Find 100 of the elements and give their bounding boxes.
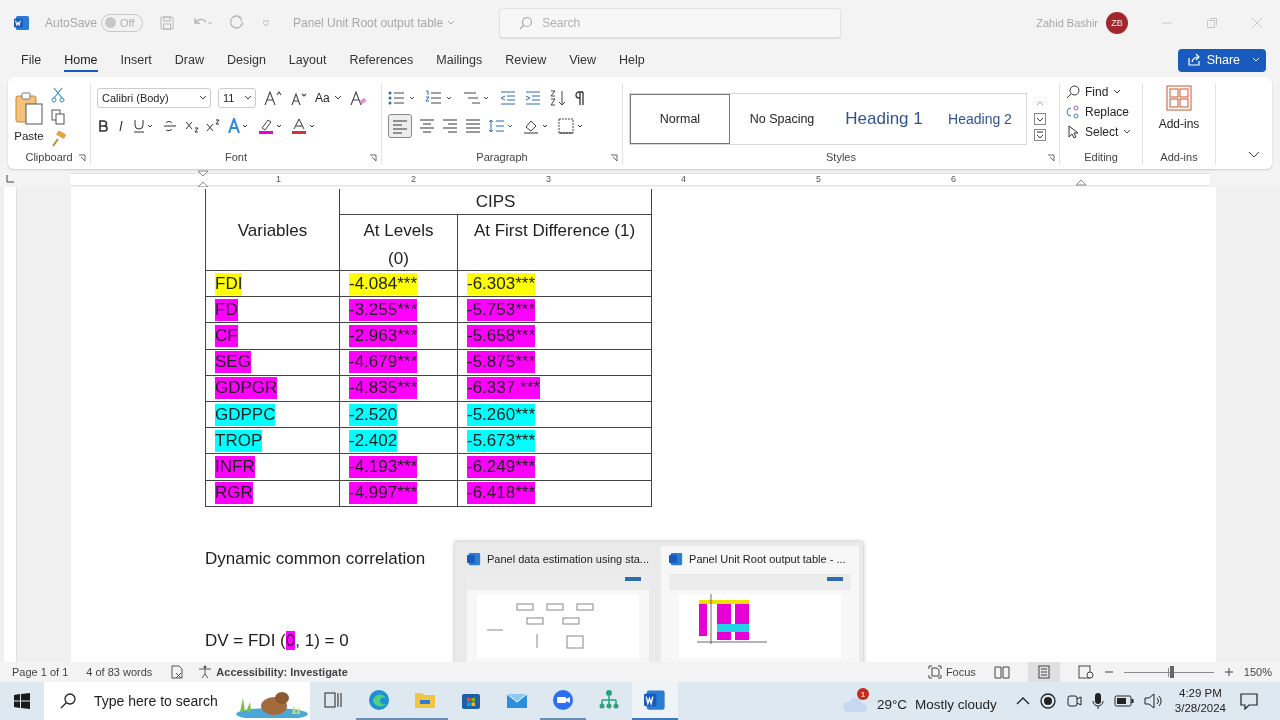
dialog-launcher-icon[interactable] <box>78 154 86 162</box>
style-option[interactable]: Heading 1 <box>834 93 934 144</box>
align-center-icon[interactable] <box>419 118 435 134</box>
zoom-level[interactable]: 150% <box>1243 666 1272 678</box>
ribbon-tab[interactable]: Draw <box>162 47 216 73</box>
grid-icon <box>1166 85 1192 111</box>
web-layout-icon[interactable] <box>1077 665 1094 679</box>
style-option[interactable]: Normal <box>630 93 730 144</box>
weather-widget[interactable]: 1 29°C Mostly cloudy <box>842 688 997 714</box>
table-cell: INFR <box>215 455 255 478</box>
page-count[interactable]: Page 1 of 1 <box>12 666 69 678</box>
read-mode-icon[interactable] <box>993 665 1010 679</box>
superscript-icon[interactable] <box>206 119 220 133</box>
shrink-font-icon[interactable] <box>290 90 308 106</box>
table-cell: -2.520 <box>349 403 398 426</box>
font-name-dropdown[interactable]: Calibri (Body) <box>97 88 211 108</box>
ribbon-tab[interactable]: Design <box>214 47 278 73</box>
align-left-icon[interactable] <box>388 114 412 138</box>
table-cell: GDPGR <box>215 377 278 400</box>
highlight-color-icon[interactable] <box>258 118 284 134</box>
dialog-launcher-icon[interactable] <box>1047 154 1055 162</box>
window-title: Panel data estimation using sta... <box>487 553 650 565</box>
zoom-in-icon[interactable] <box>1223 667 1234 677</box>
pilcrow-icon[interactable] <box>574 90 586 106</box>
underline-icon[interactable] <box>133 119 155 133</box>
focus-button[interactable]: Focus <box>927 665 976 679</box>
ribbon-tab[interactable]: View <box>557 47 609 73</box>
clock-time[interactable]: 4:29 PM <box>1179 686 1222 701</box>
table-cell: FDI <box>215 272 243 295</box>
table-cell: GDPPC <box>215 403 276 426</box>
copy-icon[interactable] <box>51 109 65 125</box>
search-icon <box>1066 85 1080 99</box>
network-diagram-icon <box>598 689 620 711</box>
grow-font-icon[interactable] <box>263 90 283 106</box>
group-label: Font <box>225 151 247 165</box>
notifications-icon[interactable] <box>1240 692 1258 710</box>
accessibility-status[interactable]: Accessibility: Investigate <box>198 665 348 679</box>
bold-icon[interactable] <box>97 119 109 133</box>
italic-icon[interactable] <box>116 119 126 133</box>
increase-indent-icon[interactable] <box>524 90 542 106</box>
justify-icon[interactable] <box>465 118 481 134</box>
camera-icon[interactable] <box>1065 693 1082 709</box>
group-label: Paragraph <box>476 151 528 165</box>
dialog-launcher-icon[interactable] <box>610 154 618 162</box>
windows-start-icon[interactable] <box>14 693 30 709</box>
ribbon-tab[interactable]: Home <box>52 47 110 73</box>
ribbon-tab[interactable]: References <box>337 47 426 73</box>
word-count[interactable]: 4 of 83 words <box>86 666 153 678</box>
scissors-icon[interactable] <box>51 87 65 103</box>
window-preview[interactable]: Panel Unit Root output table - ... <box>661 546 860 662</box>
format-painter-icon[interactable] <box>51 131 67 147</box>
proofing-icon[interactable] <box>170 665 185 679</box>
ribbon-tab[interactable]: Help <box>607 47 657 73</box>
style-option[interactable]: No Spacing <box>730 93 834 144</box>
speaker-icon[interactable] <box>1143 693 1164 709</box>
video-call-icon <box>552 689 574 711</box>
user-avatar[interactable]: ZB <box>1106 11 1128 34</box>
clear-formatting-icon[interactable] <box>348 90 367 106</box>
battery-icon[interactable] <box>1113 695 1134 707</box>
ribbon-tab[interactable]: File <box>9 47 54 73</box>
ribbon-tab[interactable]: Mailings <box>424 47 495 73</box>
font-size-dropdown[interactable]: 11 <box>218 88 256 108</box>
zoom-slider-thumb[interactable] <box>1170 666 1175 678</box>
decrease-indent-icon[interactable] <box>499 90 517 106</box>
find-button[interactable]: Find <box>1066 85 1136 99</box>
taskbar-search-field[interactable]: Type here to search <box>44 682 310 720</box>
indent-marker-icon[interactable] <box>197 169 209 188</box>
print-layout-button[interactable] <box>1027 662 1060 682</box>
paste-button[interactable]: Paste <box>14 92 44 142</box>
microphone-icon[interactable] <box>1091 692 1104 710</box>
edge-icon <box>368 689 390 711</box>
align-right-icon[interactable] <box>442 118 458 134</box>
ribbon-tab[interactable]: Layout <box>276 47 339 73</box>
collapse-ribbon-icon[interactable] <box>1248 151 1260 159</box>
chevron-up-icon[interactable] <box>1015 696 1030 706</box>
select-button[interactable]: Select <box>1066 125 1136 139</box>
taskbar-app[interactable] <box>632 682 678 720</box>
record-icon[interactable] <box>1039 693 1056 709</box>
ribbon-tab[interactable]: Insert <box>108 47 164 73</box>
change-case-button[interactable]: Aa <box>315 91 342 105</box>
caret-icon <box>199 95 207 101</box>
add-ins-button[interactable]: Add-ins <box>1158 85 1200 131</box>
zoom-slider[interactable] <box>1123 666 1214 678</box>
font-color-icon[interactable] <box>291 118 317 134</box>
clock-date[interactable]: 3/28/2024 <box>1174 701 1226 716</box>
sort-icon[interactable] <box>549 90 567 106</box>
share-button[interactable]: Share <box>1177 48 1266 72</box>
table-cell: -5.260*** <box>467 403 536 426</box>
strikethrough-icon[interactable] <box>162 119 178 133</box>
window-preview[interactable]: Panel data estimation using sta... <box>459 546 658 662</box>
more-styles-icon[interactable] <box>1034 128 1046 141</box>
subscript-icon[interactable] <box>185 119 199 133</box>
style-option[interactable]: Heading 2 <box>934 93 1026 144</box>
search-field[interactable]: Search <box>499 7 842 38</box>
scroll-down-icon[interactable] <box>1034 112 1046 125</box>
dialog-launcher-icon[interactable] <box>369 154 377 162</box>
task-view-icon <box>324 691 342 709</box>
table-cell: -6.337 *** <box>467 377 540 400</box>
ribbon-tab[interactable]: Review <box>493 47 559 73</box>
replace-button[interactable]: Replace <box>1066 105 1136 119</box>
